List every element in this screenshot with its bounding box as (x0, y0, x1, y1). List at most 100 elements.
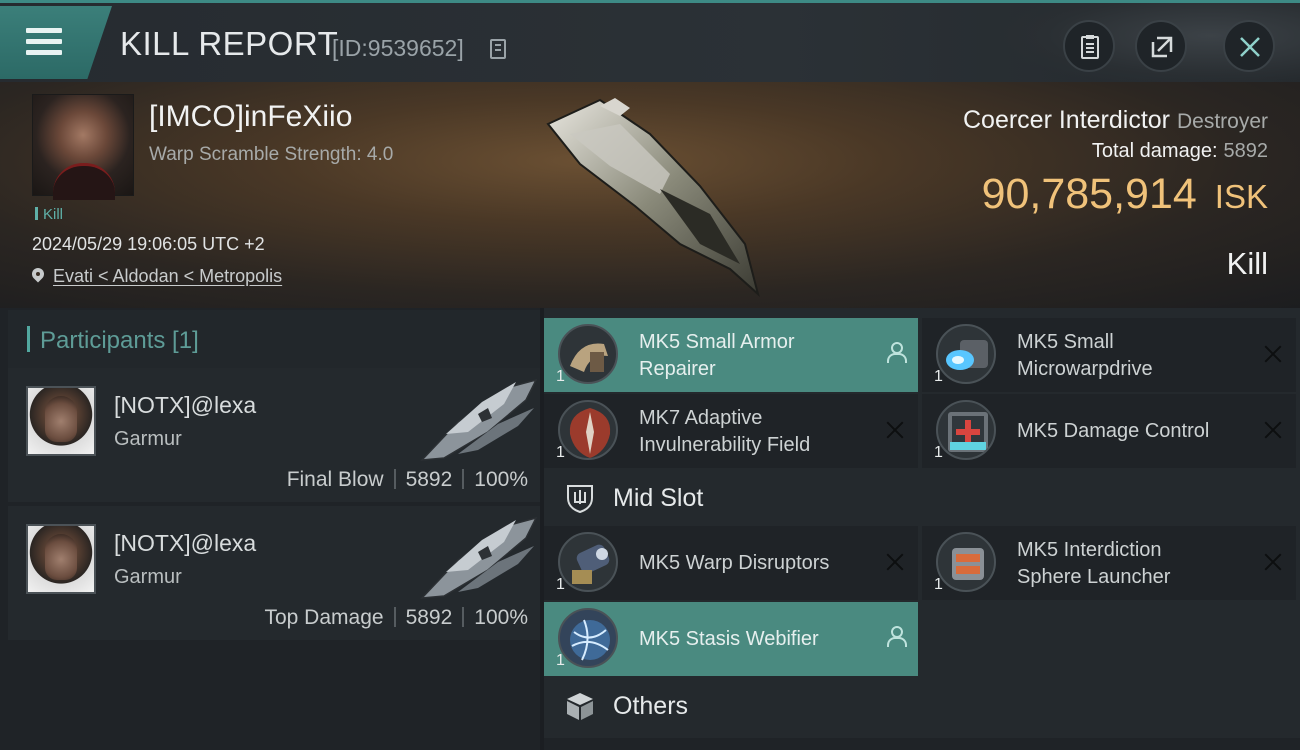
module-damage-control[interactable]: 1 MK5 Damage Control (922, 394, 1296, 468)
participant-name: [NOTX]@lexa (114, 392, 257, 418)
victim-name[interactable]: [IMCO]inFeXiio (149, 100, 352, 134)
warp-scramble-strength: Warp Scramble Strength: 4.0 (149, 144, 394, 165)
participant-ship-image (420, 378, 538, 461)
share-icon (1151, 36, 1173, 58)
ship-name: Coercer Interdictor (962, 106, 1171, 134)
share-button[interactable] (1135, 20, 1187, 72)
close-icon[interactable] (1264, 553, 1282, 571)
module-name: MK5 Interdiction Sphere Launcher (1017, 539, 1171, 588)
participant-stats: Top Damage 5892 100% (264, 606, 528, 630)
mid-slot-header: Mid Slot (544, 470, 1300, 526)
module-microwarpdrive[interactable]: 1 MK5 Small Microwarpdrive (922, 318, 1296, 392)
module-quantity: 1 (934, 368, 943, 385)
module-name: MK5 Small Armor Repairer (639, 331, 795, 380)
close-button[interactable] (1223, 20, 1275, 72)
module-name: MK5 Damage Control (1017, 420, 1210, 442)
isk-unit: ISK (1214, 178, 1268, 215)
armor-repairer-icon (558, 324, 618, 384)
others-label: Others (613, 692, 689, 720)
close-icon (1240, 37, 1260, 57)
fitting-panel: 1 MK5 Small Armor Repairer 1 MK5 Small Mic… (544, 308, 1300, 750)
location-link[interactable]: Evati < Aldodan < Metropolis (53, 266, 282, 286)
module-warp-disruptor[interactable]: 1 MK5 Warp Disruptors (544, 526, 918, 600)
header: KILL REPORT [ID:9539652] (0, 0, 1300, 85)
participant-ship-image (420, 516, 538, 599)
isk-amount: 90,785,914 (981, 170, 1197, 218)
module-name: MK5 Small Microwarpdrive (1017, 331, 1153, 380)
ship-class: Destroyer (1176, 110, 1268, 133)
victim-ship-type: Coercer Interdictor Destroyer (963, 106, 1268, 135)
module-row-partial (544, 738, 1300, 750)
kill-tag: Kill (35, 206, 63, 223)
total-damage: Total damage: 5892 (1092, 140, 1268, 163)
location-pin-icon (32, 268, 44, 284)
participant-name: [NOTX]@lexa (114, 530, 257, 556)
kill-location[interactable]: Evati < Aldodan < Metropolis (32, 266, 282, 287)
interdiction-launcher-icon (936, 532, 996, 592)
participant-percent: 100% (474, 468, 528, 491)
module-interdiction-launcher[interactable]: 1 MK5 Interdiction Sphere Launcher (922, 526, 1296, 600)
module-name: MK7 Adaptive Invulnerability Field (639, 407, 811, 456)
module-armor-repairer[interactable]: 1 MK5 Small Armor Repairer (544, 318, 918, 392)
shield-icon (567, 485, 593, 514)
participants-label: Participants [1] (40, 327, 199, 354)
participant-portrait[interactable] (26, 386, 96, 456)
clipboard-button[interactable] (1063, 20, 1115, 72)
participant-stats: Final Blow 5892 100% (287, 468, 528, 492)
mid-slot-label: Mid Slot (613, 484, 704, 512)
close-icon[interactable] (886, 553, 904, 571)
participant-row[interactable]: [NOTX]@lexa Garmur Top Damage 5892 100% (8, 506, 540, 640)
participant-percent: 100% (474, 606, 528, 629)
damage-control-icon (936, 400, 996, 460)
page-title: KILL REPORT (120, 25, 339, 62)
microwarpdrive-icon (936, 324, 996, 384)
divider (393, 607, 396, 627)
box-icon (567, 693, 593, 720)
participant-damage: 5892 (405, 606, 453, 629)
close-icon[interactable] (1264, 421, 1282, 439)
participant-damage: 5892 (405, 468, 453, 491)
module-stasis-webifier[interactable]: 1 MK5 Stasis Webifier (544, 602, 918, 676)
module-name: MK5 Stasis Webifier (639, 628, 819, 650)
module-quantity: 1 (556, 576, 565, 593)
section-marker (27, 326, 30, 352)
victim-portrait[interactable] (32, 94, 134, 200)
participant-ship: Garmur (114, 566, 182, 588)
person-icon[interactable] (886, 626, 907, 648)
module-invulnerability-field[interactable]: 1 MK7 Adaptive Invulnerability Field (544, 394, 918, 468)
victim-ship-image (546, 98, 760, 297)
module-quantity: 1 (556, 368, 565, 385)
participants-header: Participants [1] (8, 310, 540, 368)
participant-row[interactable]: [NOTX]@lexa Garmur Final Blow 5892 100% (8, 368, 540, 502)
participant-ship: Garmur (114, 428, 182, 450)
divider (462, 469, 465, 489)
clipboard-icon (1081, 35, 1099, 59)
others-header: Others (544, 678, 1300, 734)
copy-icon[interactable] (490, 39, 506, 59)
invulnerability-field-icon (558, 400, 618, 460)
total-damage-value: 5892 (1223, 140, 1269, 162)
isk-value: 90,785,914 ISK (982, 170, 1268, 219)
menu-button[interactable] (0, 6, 112, 79)
module-quantity: 1 (556, 444, 565, 461)
module-name: MK5 Warp Disruptors (639, 552, 830, 574)
menu-icon (26, 28, 62, 61)
victim-banner: [IMCO]inFeXiio Warp Scramble Strength: 4… (0, 82, 1300, 308)
stasis-webifier-icon (558, 608, 618, 668)
kill-datetime: 2024/05/29 19:06:05 UTC +2 (32, 234, 265, 254)
divider (393, 469, 396, 489)
warp-disruptor-icon (558, 532, 618, 592)
kill-result: Kill (1226, 246, 1268, 281)
divider (462, 607, 465, 627)
participants-panel: Participants [1] [NOTX]@lexa Garmur Fina… (0, 308, 540, 750)
close-icon[interactable] (1264, 345, 1282, 363)
report-id: [ID:9539652] (332, 35, 464, 61)
participant-portrait[interactable] (26, 524, 96, 594)
total-damage-label: Total damage: (1091, 140, 1218, 162)
module-quantity: 1 (934, 576, 943, 593)
close-icon[interactable] (886, 421, 904, 439)
person-icon[interactable] (886, 342, 907, 364)
module-quantity: 1 (556, 652, 565, 669)
participant-role: Final Blow (286, 468, 384, 491)
participant-role: Top Damage (264, 606, 384, 629)
